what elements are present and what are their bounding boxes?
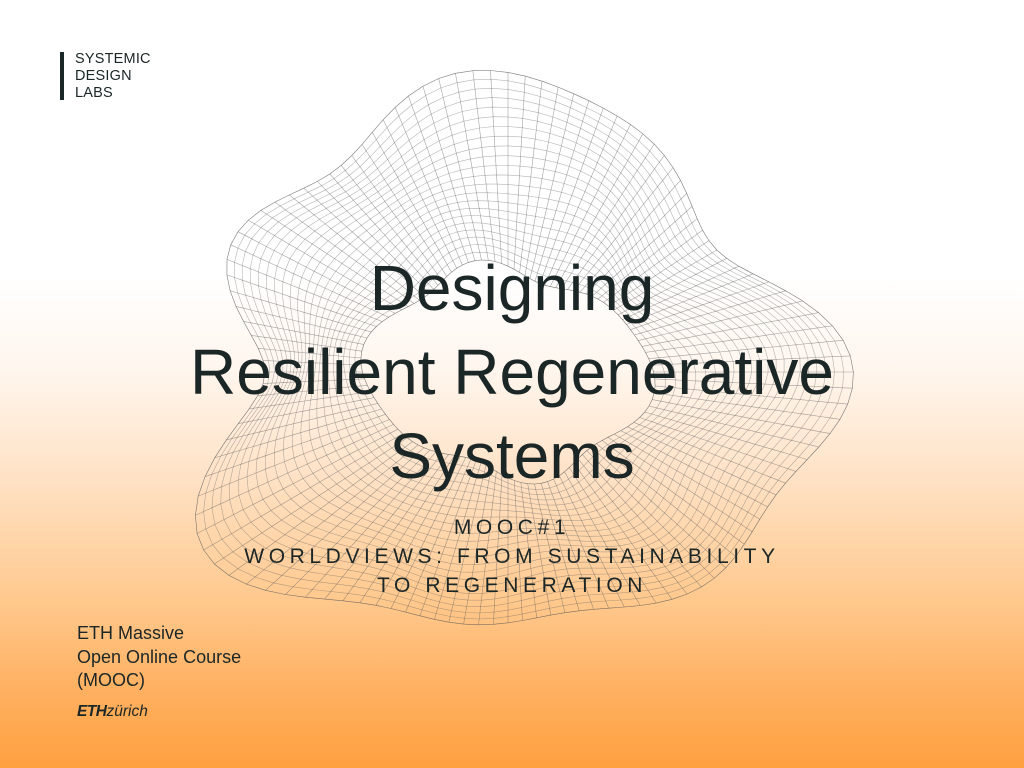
course-line-1: ETH Massive xyxy=(77,623,185,643)
title-line-2: Resilient Regenerative xyxy=(190,336,834,408)
title-line-1: Designing xyxy=(369,252,655,324)
subtitle: MOOC#1 WORLDVIEWS: FROM SUSTAINABILITY T… xyxy=(0,513,1024,600)
logo-text: SYSTEMIC DESIGN LABS xyxy=(75,51,151,101)
course-line-3: (MOOC) xyxy=(77,670,145,690)
logo-line-2: DESIGN xyxy=(75,68,132,84)
course-line-2: Open Online Course xyxy=(77,646,242,667)
eth-zurich-logo: ETHzürich xyxy=(77,703,148,721)
page-title: Designing Resilient Regenerative Systems xyxy=(0,246,1024,498)
systemic-design-labs-logo: SYSTEMIC DESIGN LABS xyxy=(60,52,151,100)
mesh-radial-line xyxy=(438,78,482,261)
eth-logo-rest: zürich xyxy=(106,703,148,720)
course-description: ETH Massive Open Online Course (MOOC) xyxy=(77,622,241,693)
title-line-3: Systems xyxy=(389,420,635,492)
mesh-radial-line xyxy=(455,73,489,261)
eth-logo-bold: ETH xyxy=(77,703,107,720)
subtitle-line-1: MOOC#1 xyxy=(453,516,571,539)
logo-line-1: SYSTEMIC xyxy=(75,51,151,67)
subtitle-line-3: TO REGENERATION xyxy=(376,574,648,597)
logo-bar xyxy=(60,52,64,100)
mesh-radial-line xyxy=(394,107,463,266)
logo-line-3: LABS xyxy=(75,85,113,101)
subtitle-line-2: WORLDVIEWS: FROM SUSTAINABILITY xyxy=(244,545,780,568)
